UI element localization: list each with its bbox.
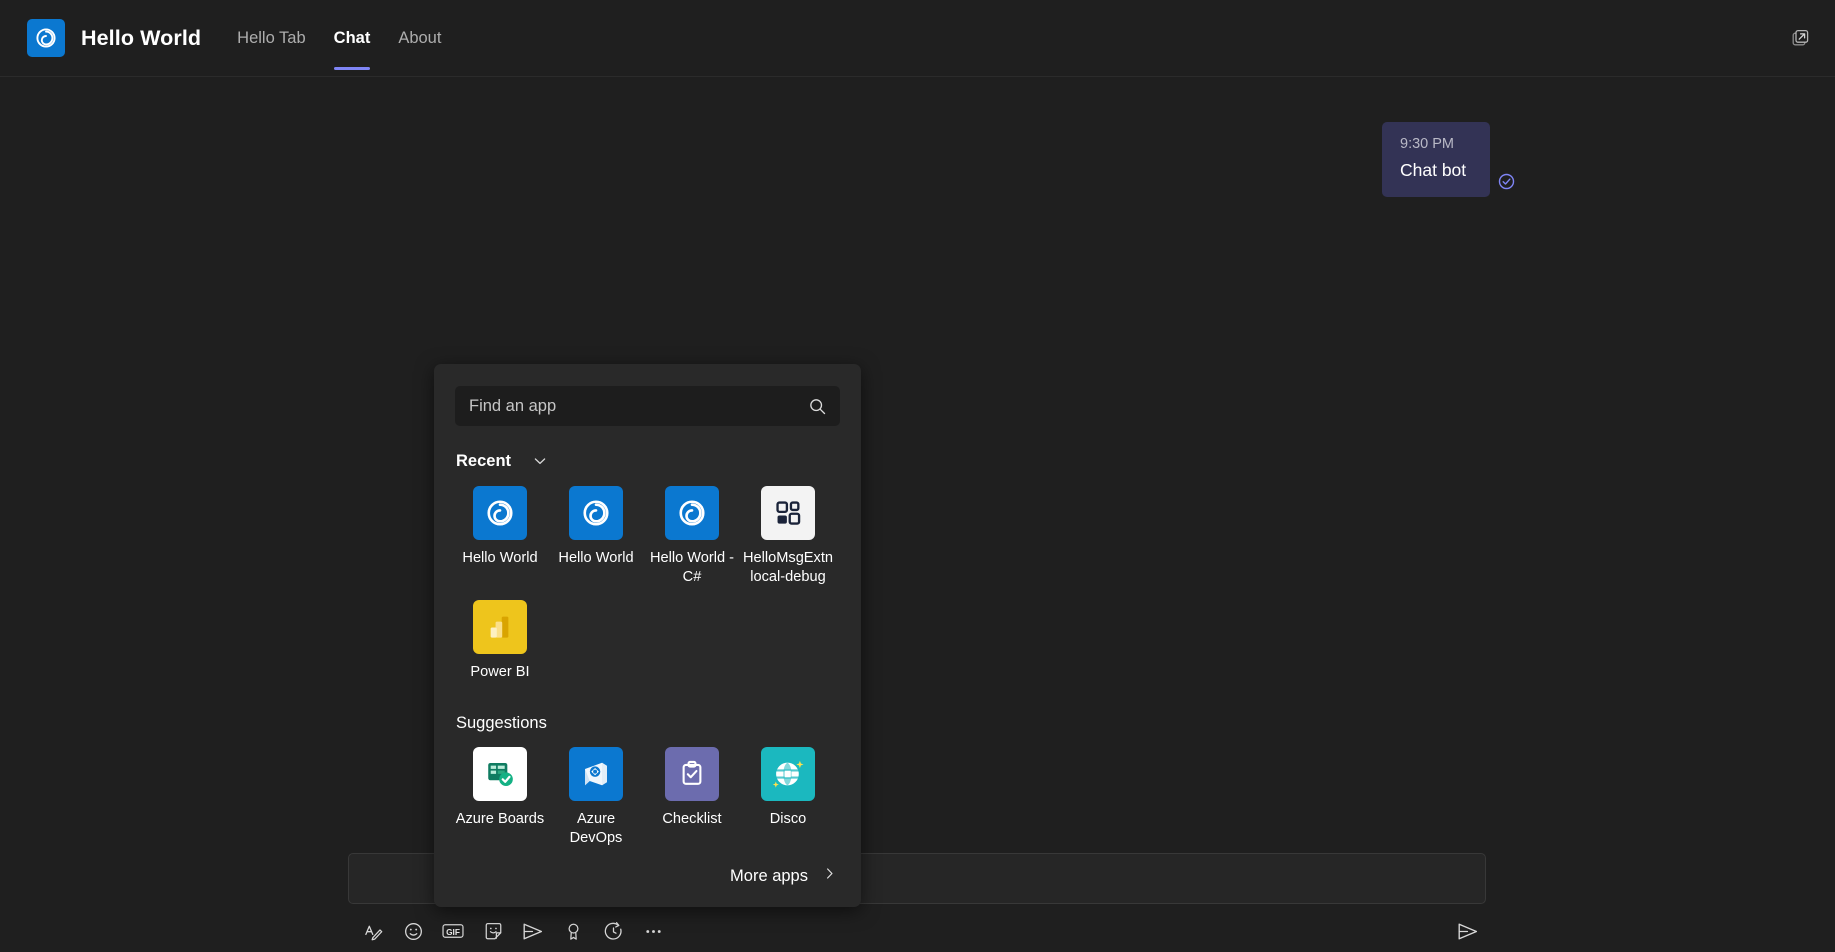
more-options-icon[interactable]: [636, 914, 670, 948]
app-label: Hello World: [462, 550, 538, 566]
app-item-hello-world-csharp[interactable]: Hello World - C#: [644, 482, 740, 596]
app-grid-icon: [761, 486, 815, 540]
checklist-icon: [665, 746, 719, 801]
section-header-recent: Recent: [456, 450, 861, 472]
app-item-disco[interactable]: Disco: [740, 743, 836, 857]
tab-chat[interactable]: Chat: [320, 0, 385, 77]
teams-app-window: Hello World Hello Tab Chat About 9:30 PM: [0, 0, 1835, 952]
chevron-down-icon[interactable]: [529, 450, 551, 472]
more-apps-label: More apps: [730, 866, 808, 885]
section-title: Suggestions: [456, 713, 547, 732]
message-timestamp: 9:30 PM: [1400, 136, 1454, 152]
search-icon[interactable]: [806, 395, 828, 417]
praise-icon[interactable]: [556, 914, 590, 948]
app-label: Azure Boards: [455, 810, 545, 827]
app-label: Hello World: [558, 550, 634, 566]
open-in-new-window-icon[interactable]: [1783, 21, 1817, 55]
azure-devops-icon: [569, 746, 623, 801]
search-input[interactable]: [469, 396, 806, 416]
tab-label: Chat: [333, 28, 371, 47]
message-bubble[interactable]: 9:30 PM Chat bot: [1382, 122, 1490, 198]
app-picker-flyout: Recent Hello World: [434, 364, 861, 907]
app-item-hello-world-2[interactable]: Hello World: [548, 482, 644, 596]
hello-world-icon: [569, 486, 623, 540]
chevron-right-icon: [822, 866, 837, 886]
recent-apps-grid: Hello World Hello World Hello World - C#…: [434, 482, 861, 690]
app-item-power-bi[interactable]: Power BI: [452, 596, 548, 690]
hello-world-icon: [473, 486, 527, 540]
chat-message: 9:30 PM Chat bot: [1382, 122, 1515, 198]
app-item-hellomsgextn-local-debug[interactable]: HelloMsgExtn local-debug: [740, 482, 836, 596]
app-label: Azure DevOps: [569, 810, 623, 846]
app-tabs: Hello Tab Chat About: [223, 0, 455, 77]
tab-about[interactable]: About: [384, 0, 455, 77]
message-list: 9:30 PM Chat bot: [0, 77, 1835, 832]
section-header-suggestions: Suggestions: [456, 714, 861, 733]
disco-icon: [761, 746, 815, 801]
app-search-field[interactable]: [455, 386, 840, 426]
giphy-icon[interactable]: GIF: [436, 914, 470, 948]
more-apps-button[interactable]: More apps: [730, 866, 837, 886]
svg-text:GIF: GIF: [446, 927, 460, 937]
app-label: Disco: [769, 810, 807, 827]
app-label: Checklist: [662, 810, 722, 827]
app-label: Hello World - C#: [649, 550, 735, 586]
app-label: HelloMsgExtn local-debug: [742, 550, 834, 586]
page-title: Hello World: [81, 25, 202, 50]
composer-toolbar: GIF: [348, 910, 1486, 952]
suggested-apps-grid: Azure Boards Azure DevOps Checklist Disc…: [434, 743, 861, 857]
tab-label: About: [398, 28, 442, 47]
power-bi-icon: [473, 599, 527, 654]
hello-world-icon: [665, 486, 719, 540]
app-item-checklist[interactable]: Checklist: [644, 743, 740, 857]
azure-boards-icon: [473, 746, 527, 801]
format-text-icon[interactable]: [356, 914, 390, 948]
app-header: Hello World Hello Tab Chat About: [0, 0, 1835, 77]
sticker-icon[interactable]: [476, 914, 510, 948]
emoji-icon[interactable]: [396, 914, 430, 948]
sent-check-icon: [1498, 173, 1515, 195]
app-item-azure-devops[interactable]: Azure DevOps: [548, 743, 644, 857]
tab-hello-tab[interactable]: Hello Tab: [223, 0, 320, 77]
tab-label: Hello Tab: [237, 28, 306, 47]
flyout-footer: More apps: [434, 845, 861, 907]
section-title: Recent: [456, 451, 512, 470]
message-text: Chat bot: [1400, 159, 1467, 180]
app-label: Power BI: [470, 663, 530, 680]
messaging-extensions-icon[interactable]: [516, 914, 550, 948]
send-icon[interactable]: [1450, 914, 1486, 948]
app-item-hello-world-1[interactable]: Hello World: [452, 482, 548, 596]
schedule-send-icon[interactable]: [596, 914, 630, 948]
hello-world-logo-icon: [27, 19, 65, 57]
app-item-azure-boards[interactable]: Azure Boards: [452, 743, 548, 857]
